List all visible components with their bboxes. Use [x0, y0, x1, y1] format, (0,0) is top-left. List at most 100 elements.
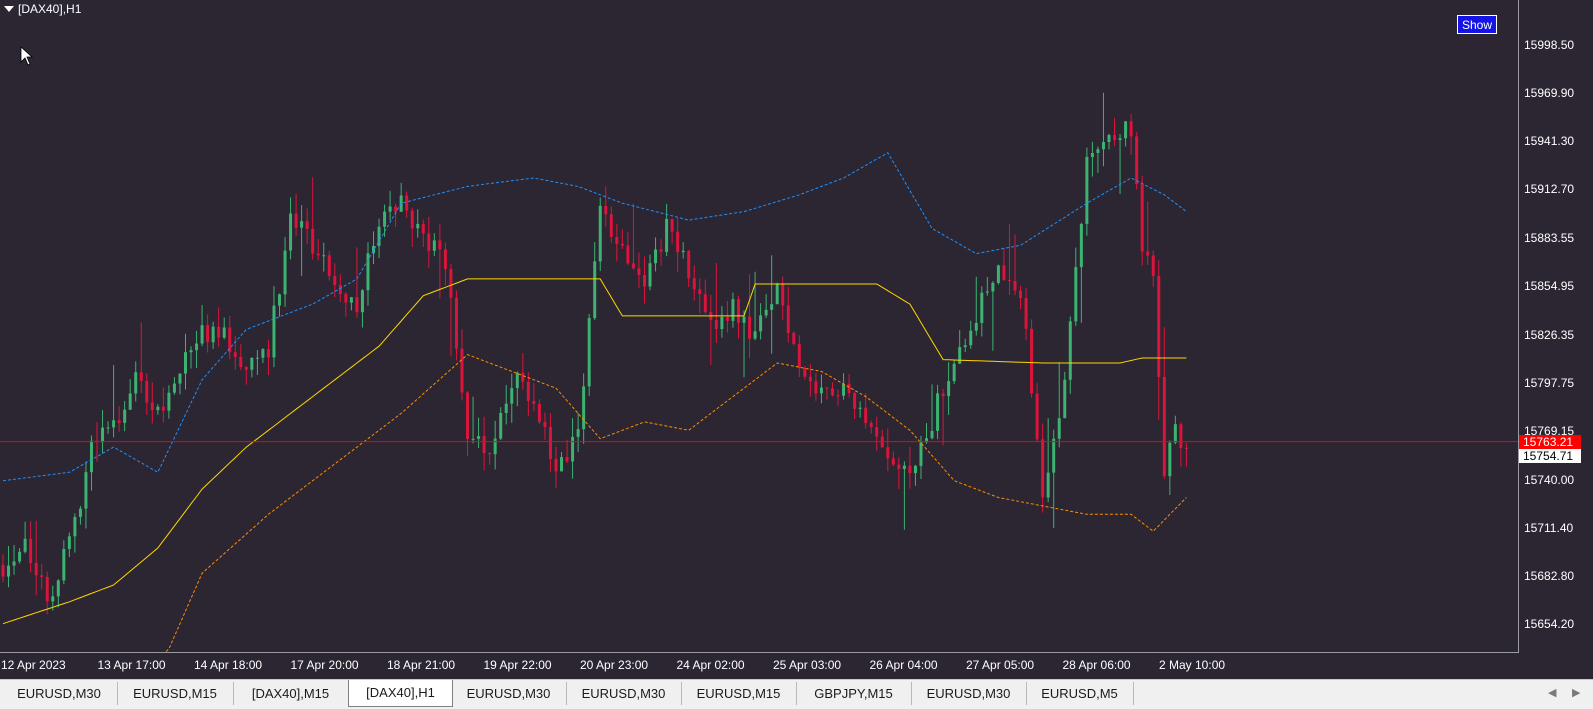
time-tick-label: 26 Apr 04:00: [869, 658, 938, 672]
candle-body: [521, 372, 525, 382]
candle-body: [62, 548, 66, 581]
candle-body: [1052, 438, 1056, 473]
candle-body: [725, 316, 729, 321]
candle-body: [1068, 321, 1072, 380]
candle-body: [571, 436, 575, 462]
candle-body: [112, 420, 116, 428]
candle-body: [454, 297, 458, 349]
chart-symbol-label: [DAX40],H1: [18, 2, 82, 16]
candle-body: [902, 465, 906, 469]
candle-body: [836, 395, 840, 397]
candle-body: [537, 403, 541, 422]
candle-body: [681, 250, 685, 253]
candle-body: [283, 250, 287, 295]
candle-body: [958, 347, 962, 364]
candle-body: [831, 388, 834, 396]
price-tick-label: 15682.80: [1524, 568, 1575, 583]
candle-body: [410, 210, 414, 229]
candle-body: [731, 299, 735, 321]
candle-body: [383, 211, 387, 227]
chart-tab[interactable]: [DAX40],H1: [348, 680, 453, 707]
candle-body: [1135, 136, 1139, 185]
candle-body: [587, 318, 591, 387]
price-chart-svg[interactable]: [0, 0, 1518, 652]
candle-body: [936, 393, 940, 431]
time-tick-label: 17 Apr 20:00: [290, 658, 359, 672]
chart-tab[interactable]: GBPJPY,M15: [796, 682, 912, 705]
price-tick-label: 15941.30: [1524, 134, 1575, 149]
chart-window[interactable]: [DAX40],H1 Show 15998.50 15969.90 15941.30…: [0, 0, 1593, 679]
chart-tab-bar: EURUSD,M30 EURUSD,M15 [DAX40],M15 [DAX40],H…: [0, 679, 1593, 709]
candle-body: [1035, 393, 1039, 440]
candle-body: [394, 206, 398, 212]
candle-body: [195, 343, 199, 351]
candle-body: [333, 275, 337, 285]
tab-prev-icon[interactable]: ◀: [1548, 686, 1556, 699]
candle-body: [327, 255, 331, 276]
time-tick-label: 13 Apr 17:00: [97, 658, 166, 672]
time-tick-label: 2 May 10:00: [1159, 658, 1226, 672]
candle-body: [775, 283, 779, 305]
candle-body: [604, 205, 608, 215]
candle-body: [576, 429, 580, 437]
chart-tab[interactable]: EURUSD,M15: [117, 682, 234, 705]
candle-body: [311, 228, 315, 254]
candle-body: [1184, 447, 1188, 449]
candle-body: [1113, 135, 1117, 141]
candle-body: [593, 261, 597, 319]
chart-tab[interactable]: EURUSD,M30: [566, 682, 682, 705]
candle-body: [930, 430, 934, 439]
chart-tab[interactable]: [DAX40],M15: [233, 682, 349, 705]
chart-tab[interactable]: EURUSD,M15: [681, 682, 797, 705]
candle-body: [266, 349, 270, 358]
candle-body: [443, 249, 447, 270]
candle-body: [847, 383, 851, 394]
chart-tab[interactable]: EURUSD,M30: [911, 682, 1027, 705]
candle-body: [56, 580, 60, 597]
chart-tab[interactable]: EURUSD,M5: [1026, 682, 1134, 705]
candle-body: [598, 205, 602, 262]
time-tick-label: 28 Apr 06:00: [1062, 658, 1131, 672]
candle-body: [78, 508, 82, 517]
candle-body: [548, 426, 552, 460]
candle-body: [29, 538, 33, 563]
candle-body: [438, 240, 442, 250]
price-tick-label: 15797.75: [1524, 375, 1575, 390]
candle-body: [7, 565, 11, 577]
candle-body: [996, 265, 1000, 283]
candle-body: [659, 249, 663, 252]
candle-body: [764, 309, 768, 316]
candle-body: [736, 299, 740, 323]
candle-body: [891, 458, 895, 465]
chart-tab[interactable]: EURUSD,M30: [451, 682, 567, 705]
candle-body: [560, 457, 564, 472]
show-button[interactable]: Show: [1457, 15, 1497, 34]
candle-body: [178, 373, 182, 384]
candle-body: [753, 331, 757, 339]
candle-body: [1129, 121, 1133, 137]
price-tick-label: 15740.00: [1524, 472, 1575, 487]
candle-body: [106, 427, 110, 429]
tab-next-icon[interactable]: ▶: [1572, 686, 1580, 699]
time-tick-label: 20 Apr 23:00: [580, 658, 649, 672]
candle-body: [676, 231, 680, 253]
candle-body: [123, 409, 127, 423]
chart-tab[interactable]: EURUSD,M30: [1, 682, 118, 705]
candle-body: [742, 316, 746, 323]
candle-body: [565, 457, 569, 462]
candle-body: [261, 349, 265, 358]
candle-body: [34, 562, 38, 576]
candle-body: [67, 536, 71, 549]
candle-body: [609, 214, 613, 238]
chart-plot-area[interactable]: [0, 0, 1519, 653]
price-tick-label: 15654.20: [1524, 617, 1575, 631]
candle-body: [919, 442, 923, 466]
candle-body: [156, 406, 160, 411]
candle-body: [449, 269, 453, 298]
chart-title: [DAX40],H1: [4, 2, 81, 16]
candle-body: [89, 440, 93, 473]
collapse-triangle-icon[interactable]: [4, 6, 14, 12]
candle-body: [416, 223, 420, 229]
candle-body: [897, 464, 901, 469]
candle-body: [128, 393, 132, 410]
